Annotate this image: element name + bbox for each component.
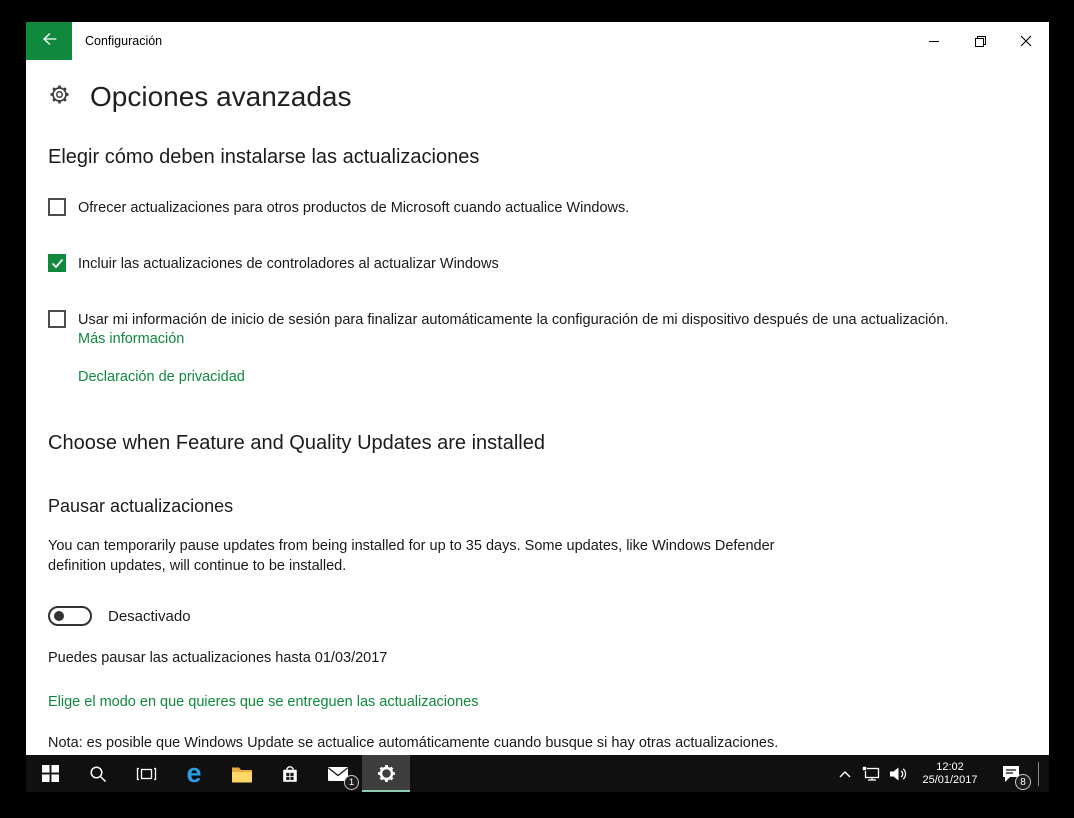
checkbox-row-driver-updates: Incluir las actualizaciones de controlad…: [48, 254, 499, 273]
task-view-icon: [136, 767, 156, 780]
checkbox-label: Usar mi información de inicio de sesión …: [78, 312, 949, 328]
volume-button[interactable]: [884, 755, 912, 792]
pause-until-text: Puedes pausar las actualizaciones hasta …: [48, 650, 388, 666]
checkbox-label: Incluir las actualizaciones de controlad…: [78, 256, 499, 272]
back-button[interactable]: [26, 22, 72, 60]
windows-logo-icon: [41, 765, 59, 782]
titlebar: Configuración: [26, 22, 1049, 60]
minimize-button[interactable]: [911, 22, 957, 60]
more-info-link[interactable]: Más información: [78, 331, 184, 347]
pause-toggle[interactable]: [48, 606, 92, 626]
search-icon: [90, 765, 107, 782]
mail-badge: 1: [344, 775, 359, 790]
minimize-icon: [929, 41, 939, 42]
checkbox-label: Ofrecer actualizaciones para otros produ…: [78, 200, 630, 216]
edge-icon: e: [186, 758, 202, 788]
file-explorer-button[interactable]: [218, 755, 266, 792]
settings-gear-icon: [377, 765, 395, 782]
taskbar-divider: [1038, 761, 1039, 786]
checkbox-sign-in-info[interactable]: [48, 310, 66, 328]
gear-icon: [48, 83, 71, 111]
pause-updates-heading: Pausar actualizaciones: [48, 496, 234, 516]
install-section-heading: Elegir cómo deben instalarse las actuali…: [48, 146, 480, 168]
clock[interactable]: 12:02 25/01/2017: [912, 761, 988, 787]
pause-description: You can temporarily pause updates from b…: [48, 538, 775, 574]
clock-time: 12:02: [936, 760, 964, 773]
close-icon: [1020, 35, 1032, 47]
search-button[interactable]: [74, 755, 122, 792]
hidden-icons-button[interactable]: [832, 755, 858, 792]
settings-button-active[interactable]: [362, 755, 410, 792]
updates-section-heading: Choose when Feature and Quality Updates …: [48, 432, 545, 454]
network-button[interactable]: [858, 755, 884, 792]
action-center-button[interactable]: 8: [988, 755, 1034, 792]
task-view-button[interactable]: [122, 755, 170, 792]
restore-icon: [974, 35, 986, 47]
back-arrow-icon: [39, 29, 59, 54]
window-title: Configuración: [85, 34, 163, 48]
taskbar: e 1 12:02 25/01/2017 8: [26, 755, 1049, 792]
store-icon: [283, 766, 297, 782]
toggle-knob: [54, 611, 64, 621]
check-icon: [51, 258, 63, 268]
checkbox-row-other-products: Ofrecer actualizaciones para otros produ…: [48, 198, 629, 217]
note-text: Nota: es posible que Windows Update se a…: [48, 735, 779, 751]
clock-date: 25/01/2017: [922, 773, 978, 786]
notification-badge: 8: [1015, 774, 1031, 790]
checkbox-row-sign-in-info: Usar mi información de inicio de sesión …: [48, 310, 948, 329]
toggle-state-label: Desactivado: [108, 607, 191, 625]
settings-window: Configuración Opciones avanzadas Elegir …: [26, 22, 1049, 755]
delivery-options-link[interactable]: Elige el modo en que quieres que se entr…: [48, 694, 478, 710]
show-desktop-button[interactable]: [1043, 755, 1047, 792]
store-button[interactable]: [266, 755, 314, 792]
start-button[interactable]: [26, 755, 74, 792]
file-explorer-icon: [232, 767, 252, 782]
privacy-statement-link[interactable]: Declaración de privacidad: [78, 369, 245, 385]
volume-icon: [890, 767, 907, 780]
restore-button[interactable]: [957, 22, 1003, 60]
checkbox-other-products[interactable]: [48, 198, 66, 216]
checkbox-driver-updates[interactable]: [48, 254, 66, 272]
page-header: Opciones avanzadas: [48, 78, 352, 116]
chevron-up-icon: [839, 770, 851, 777]
mail-button[interactable]: 1: [314, 755, 362, 792]
window-controls: [911, 22, 1049, 60]
edge-button[interactable]: e: [170, 755, 218, 792]
screen: Configuración Opciones avanzadas Elegir …: [26, 22, 1049, 792]
taskbar-apps: e 1: [26, 755, 410, 792]
network-icon: [862, 766, 880, 781]
close-button[interactable]: [1003, 22, 1049, 60]
pause-toggle-row: Desactivado: [48, 606, 191, 626]
page-title: Opciones avanzadas: [90, 81, 352, 112]
system-tray: 12:02 25/01/2017 8: [832, 755, 1049, 792]
